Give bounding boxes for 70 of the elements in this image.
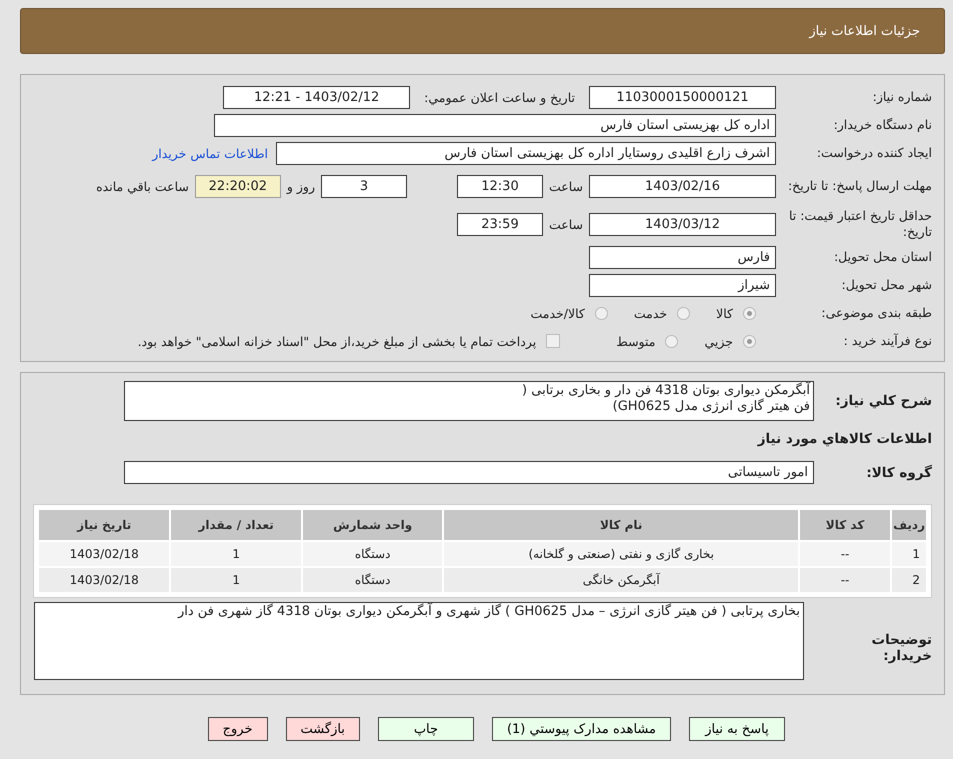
radio-label: متوسط — [616, 334, 656, 348]
table-cell: دستگاه — [302, 542, 442, 566]
table-cell: 1 — [171, 568, 301, 592]
radio-label: جزیي — [704, 334, 733, 348]
field-label: حداقل تاریخ اعتبار قیمت: تا تاریخ: — [788, 208, 932, 240]
field-label: شرح کلي نیاز: — [834, 392, 932, 409]
table-cell: دستگاه — [302, 568, 442, 592]
field-label: توضیحات خریدار: — [870, 631, 932, 664]
field-label: ساعت باقي مانده — [96, 178, 189, 194]
contact-link[interactable]: اطلاعات تماس خریدار — [152, 146, 268, 160]
field-label: تاریخ و ساعت اعلان عمومي: — [424, 90, 575, 104]
table-cell: 1 — [892, 542, 926, 566]
column-header: کد کالا — [800, 510, 890, 540]
buyer-org-field[interactable]: اداره کل بهزیستی استان فارس — [214, 114, 776, 136]
column-header: ردیف — [892, 510, 926, 540]
radio-label: کالا — [716, 306, 733, 320]
table-cell: آبگرمکن خانگی — [444, 568, 798, 592]
countdown-field: 22:20:02 — [194, 174, 281, 198]
time-field[interactable]: 23:59 — [456, 212, 543, 236]
field-label: استان محل تحویل: — [832, 248, 932, 266]
action-button[interactable]: بازگشت — [286, 717, 360, 741]
radio-button[interactable] — [677, 306, 690, 320]
date-field[interactable]: 1403/03/12 — [589, 212, 776, 236]
action-button[interactable]: مشاهده مدارک پیوستي (1) — [492, 717, 671, 741]
checkbox[interactable] — [546, 334, 560, 348]
table-cell: -- — [800, 542, 890, 566]
radio-button[interactable] — [743, 306, 756, 320]
action-button[interactable]: پاسخ به نیاز — [689, 717, 785, 741]
buyer-notes-field[interactable]: بخاری پرتابی ( فن هیتر گازی انرژی – مدل GH0625 ) گاز شهری و آبگرمکن دیواری بوتان 4318 گاز شهری فن دار — [34, 602, 804, 680]
action-button[interactable]: چاپ — [378, 717, 474, 741]
creator-field[interactable]: اشرف زارع اقلیدی روستایار اداره کل بهزیستی استان فارس — [276, 142, 776, 164]
table-cell: 2 — [892, 568, 926, 592]
radio-label: خدمت — [634, 306, 668, 320]
field-label: شهر محل تحویل: — [840, 276, 932, 294]
column-header: تاریخ نیاز — [39, 510, 170, 540]
field-label: روز و — [286, 178, 315, 194]
column-header: واحد شمارش — [302, 510, 442, 540]
days-field[interactable]: 3 — [320, 174, 407, 198]
radio-button[interactable] — [594, 306, 608, 320]
radio-button[interactable] — [665, 334, 678, 348]
city-field[interactable]: شیراز — [589, 274, 776, 296]
date-field[interactable]: 1403/02/16 — [589, 174, 776, 198]
table-cell: 1 — [171, 542, 301, 566]
field-label: ایجاد کننده درخواست: — [816, 144, 932, 162]
time-field[interactable]: 12:30 — [456, 174, 543, 198]
checkbox-label: پرداخت تمام یا بخشی از مبلغ خرید،از محل "اسناد خزانه اسلامی" خواهد بود. — [138, 334, 536, 348]
field-label: نام دستگاه خریدار: — [832, 116, 932, 134]
page-title: جزئیات اطلاعات نیاز — [809, 24, 920, 38]
goods-group-field[interactable]: امور تاسیساتی — [124, 461, 814, 484]
field-label: گروه کالا: — [865, 464, 932, 480]
description-field[interactable]: آبگرمکن دیواری بوتان 4318 فن دار و بخاری برتابی ( فن هیتر گازی انرژی مدل GH0625) — [124, 381, 814, 421]
field-label: ساعت — [548, 216, 583, 232]
field-label: نوع فرآیند خرید : — [842, 332, 932, 350]
section-heading: اطلاعات کالاهاي مورد نیاز — [756, 431, 932, 447]
need-number-field[interactable]: 1103000150000121 — [589, 86, 776, 108]
action-button[interactable]: خروج — [208, 717, 268, 741]
column-header: نام کالا — [444, 510, 798, 540]
field-label: ساعت — [548, 178, 583, 194]
table-cell: -- — [800, 568, 890, 592]
radio-button[interactable] — [743, 334, 756, 348]
column-header: تعداد / مقدار — [171, 510, 301, 540]
table-cell: 1403/02/18 — [39, 568, 170, 592]
table-cell: بخاری گازی و نفتی (صنعتی و گلخانه) — [444, 542, 798, 566]
field-label: مهلت ارسال پاسخ: تا تاریخ: — [786, 178, 932, 194]
table-cell: 1403/02/18 — [39, 542, 170, 566]
radio-label: کالا/خدمت — [530, 306, 585, 320]
field-label: طبقه بندی موضوعی: — [820, 304, 932, 322]
province-field[interactable]: فارس — [589, 246, 776, 268]
announce-date-field[interactable]: 1403/02/12 - 12:21 — [223, 86, 410, 108]
field-label: شماره نیاز: — [872, 88, 932, 106]
